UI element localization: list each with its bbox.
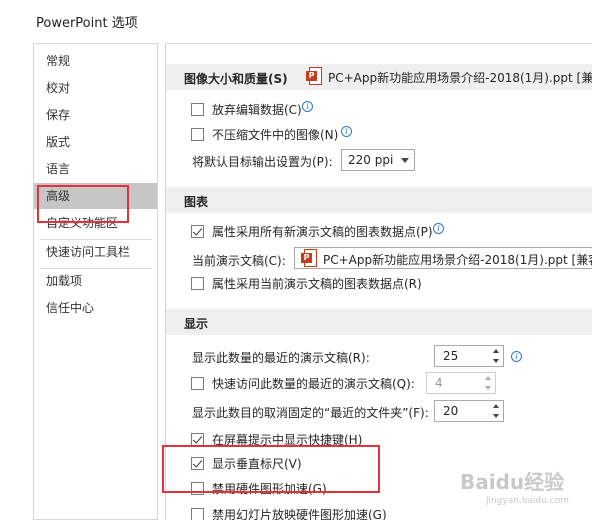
nav-item-quick-access-toolbar[interactable]: 快速访问工具栏 bbox=[34, 239, 157, 265]
image-file-combo-text: PC+App新功能应用场景介绍-2018(1月).ppt [兼容 bbox=[328, 71, 592, 85]
nav-item-save[interactable]: 保存 bbox=[34, 102, 157, 128]
disable-slideshow-hw-accel-label: 禁用幻灯片放映硬件图形加速(G) bbox=[212, 508, 387, 520]
show-shortcut-keys-checkbox[interactable] bbox=[191, 433, 204, 446]
image-file-combo[interactable]: PC+App新功能应用场景介绍-2018(1月).ppt [兼容 bbox=[326, 68, 592, 88]
no-compress-checkbox[interactable] bbox=[191, 128, 204, 141]
disable-hw-accel-label: 禁用硬件图形加速(G) bbox=[212, 482, 327, 496]
props-follow-all-checkbox[interactable] bbox=[191, 225, 204, 238]
baidu-watermark: Baidu经验 jingyan.baidu.com bbox=[452, 464, 588, 514]
props-follow-current-label: 属性采用当前演示文稿的图表数据点(R) bbox=[212, 277, 422, 291]
current-presentation-value: PC+App新功能应用场景介绍-2018(1月).ppt [兼容 bbox=[323, 253, 592, 267]
recent-count-value: 25 bbox=[443, 349, 459, 363]
spin-up-icon[interactable] bbox=[485, 376, 491, 380]
spin-down-icon[interactable] bbox=[493, 359, 499, 363]
powerpoint-file-icon: P bbox=[306, 67, 322, 85]
default-resolution-select[interactable]: 220 ppi bbox=[341, 149, 415, 171]
watermark-url: jingyan.baidu.com bbox=[486, 496, 570, 506]
quick-access-count-label: 快速访问此数量的最近的演示文稿(Q): bbox=[212, 377, 415, 391]
options-nav: 常规 校对 保存 版式 语言 高级 自定义功能区 快速访问工具栏 加载项 信任中… bbox=[33, 43, 158, 520]
dialog-title: PowerPoint 选项 bbox=[36, 16, 138, 31]
nav-item-layout[interactable]: 版式 bbox=[34, 129, 157, 155]
nav-item-trust-center[interactable]: 信任中心 bbox=[34, 295, 157, 321]
nav-item-add-ins[interactable]: 加载项 bbox=[34, 268, 157, 294]
info-icon: i bbox=[511, 351, 522, 362]
show-shortcut-keys-label: 在屏幕提示中显示快捷键(H) bbox=[212, 433, 363, 447]
info-icon: i bbox=[433, 223, 444, 234]
spin-down-icon[interactable] bbox=[493, 414, 499, 418]
current-presentation-select[interactable]: P PC+App新功能应用场景介绍-2018(1月).ppt [兼容 bbox=[294, 247, 592, 269]
props-follow-current-checkbox[interactable] bbox=[191, 277, 204, 290]
nav-item-customize-ribbon[interactable]: 自定义功能区 bbox=[34, 210, 157, 236]
section-title: 显示 bbox=[184, 317, 209, 331]
unpinned-folders-value: 20 bbox=[443, 404, 459, 418]
unpinned-folders-spinner[interactable]: 20 bbox=[434, 400, 504, 422]
recent-count-label: 显示此数量的最近的演示文稿(R): bbox=[192, 351, 370, 365]
quick-access-count-spinner[interactable]: 4 bbox=[426, 372, 496, 394]
chevron-down-icon bbox=[401, 158, 409, 163]
current-presentation-label: 当前演示文稿(C): bbox=[192, 254, 286, 268]
quick-access-count-value: 4 bbox=[435, 376, 443, 390]
nav-item-proofing[interactable]: 校对 bbox=[34, 75, 157, 101]
spin-up-icon[interactable] bbox=[493, 404, 499, 408]
discard-edit-data-checkbox[interactable] bbox=[191, 103, 204, 116]
section-display: 显示 bbox=[166, 309, 592, 335]
dialog-titlebar: PowerPoint 选项 bbox=[0, 0, 592, 40]
section-title: 图表 bbox=[184, 195, 209, 209]
show-vertical-ruler-checkbox[interactable] bbox=[191, 457, 204, 470]
section-chart: 图表 bbox=[166, 187, 592, 213]
info-icon: i bbox=[341, 126, 352, 137]
unpinned-folders-label: 显示此数目的取消固定的“最近的文件夹”(F): bbox=[192, 406, 429, 420]
recent-count-spinner[interactable]: 25 bbox=[434, 345, 504, 367]
props-follow-all-label: 属性采用所有新演示文稿的图表数据点(P) bbox=[212, 225, 433, 239]
quick-access-count-checkbox[interactable] bbox=[191, 377, 204, 390]
discard-edit-data-label: 放弃编辑数据(C) bbox=[212, 103, 302, 117]
nav-item-general[interactable]: 常规 bbox=[34, 48, 157, 74]
disable-hw-accel-checkbox[interactable] bbox=[191, 482, 204, 495]
info-icon: i bbox=[302, 101, 313, 112]
spin-up-icon[interactable] bbox=[493, 349, 499, 353]
watermark-brand: Baidu经验 bbox=[460, 470, 565, 494]
section-title: 图像大小和质量(S) bbox=[184, 72, 288, 86]
nav-item-language[interactable]: 语言 bbox=[34, 156, 157, 182]
powerpoint-file-icon: P bbox=[301, 249, 317, 267]
options-pane: 图像大小和质量(S) P PC+App新功能应用场景介绍-2018(1月).pp… bbox=[165, 43, 592, 520]
default-resolution-label: 将默认目标输出设置为(P): bbox=[192, 155, 333, 169]
show-vertical-ruler-label: 显示垂直标尺(V) bbox=[212, 457, 302, 471]
disable-slideshow-hw-accel-checkbox[interactable] bbox=[191, 508, 204, 520]
spin-down-icon[interactable] bbox=[485, 386, 491, 390]
nav-item-advanced[interactable]: 高级 bbox=[34, 183, 157, 209]
no-compress-label: 不压缩文件中的图像(N) bbox=[212, 128, 339, 142]
default-resolution-value: 220 ppi bbox=[348, 153, 394, 167]
